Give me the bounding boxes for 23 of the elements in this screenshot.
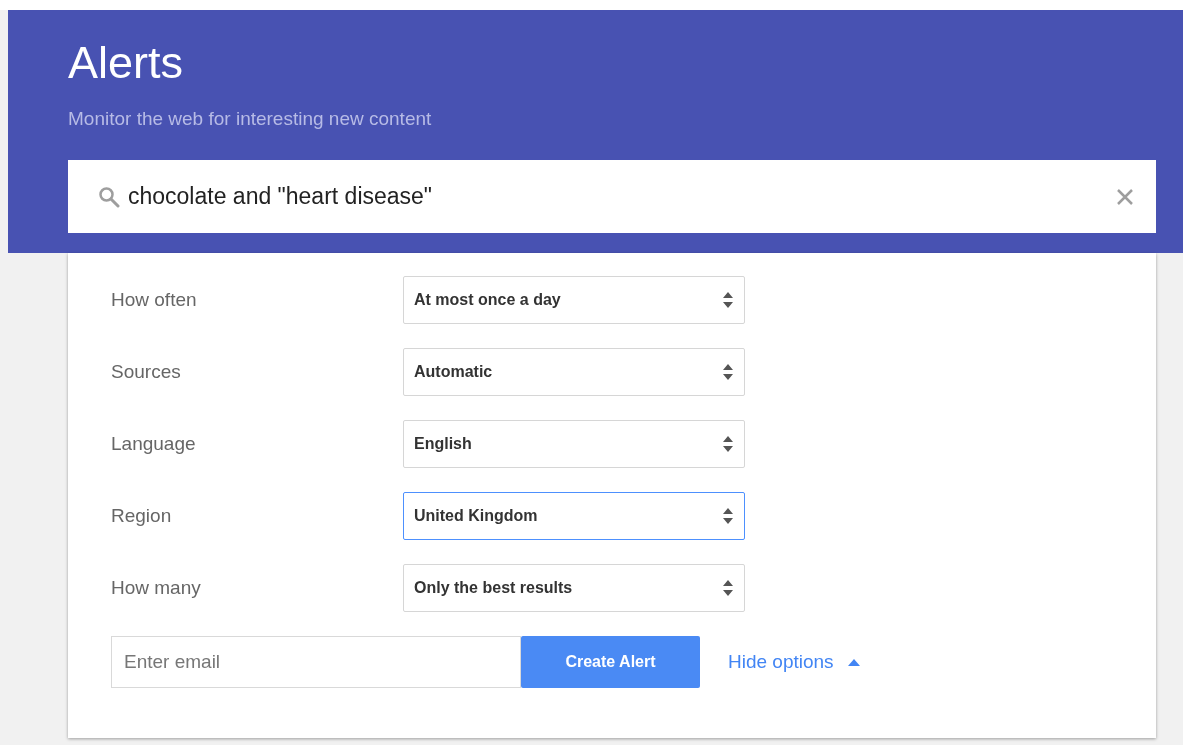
search-icon bbox=[98, 185, 120, 208]
email-field[interactable]: Enter email bbox=[111, 636, 521, 688]
caret-up-icon bbox=[847, 658, 860, 666]
option-label: Language bbox=[111, 433, 197, 455]
option-label: How often bbox=[111, 289, 198, 311]
page-title: Alerts bbox=[68, 38, 185, 88]
updown-arrows-icon bbox=[722, 363, 734, 381]
hide-options-link[interactable]: Hide options bbox=[728, 651, 834, 673]
page-subtitle: Monitor the web for interesting new content bbox=[68, 108, 433, 130]
option-dropdown[interactable]: At most once a day bbox=[403, 276, 745, 324]
updown-arrows-icon bbox=[722, 435, 734, 453]
option-label: Sources bbox=[111, 361, 182, 383]
updown-arrows-icon bbox=[722, 579, 734, 597]
option-label: Region bbox=[111, 505, 173, 527]
updown-arrows-icon bbox=[722, 507, 734, 525]
option-dropdown[interactable]: Only the best results bbox=[403, 564, 745, 612]
updown-arrows-icon bbox=[722, 291, 734, 309]
option-dropdown[interactable]: Automatic bbox=[403, 348, 745, 396]
close-icon[interactable] bbox=[1116, 187, 1134, 206]
option-dropdown[interactable]: English bbox=[403, 420, 745, 468]
option-dropdown[interactable]: United Kingdom bbox=[403, 492, 745, 540]
option-label: How many bbox=[111, 577, 202, 599]
search-field[interactable]: chocolate and "heart disease" bbox=[68, 160, 1156, 233]
